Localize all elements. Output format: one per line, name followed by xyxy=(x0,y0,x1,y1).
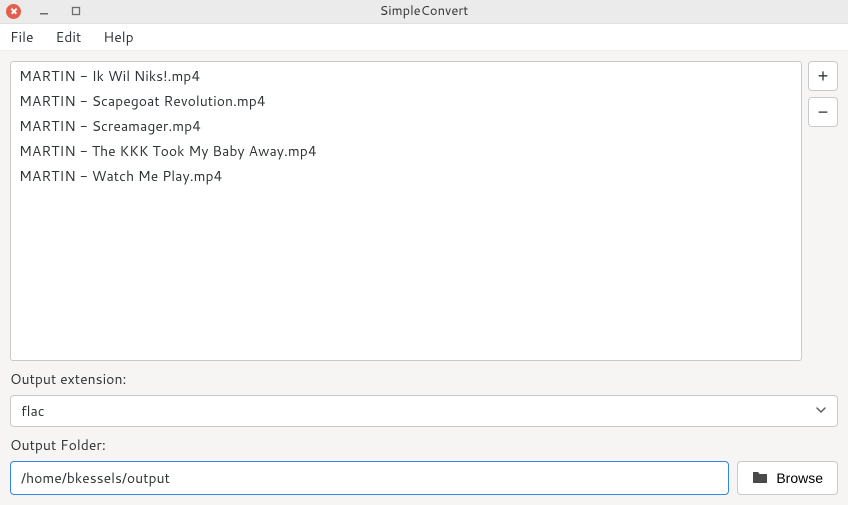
window-title: SimpleConvert xyxy=(0,2,848,20)
menu-file[interactable]: File xyxy=(10,27,34,47)
browse-button[interactable]: Browse xyxy=(737,461,838,495)
file-list[interactable]: MARTIN - Ik Wil Niks!.mp4MARTIN - Scapeg… xyxy=(10,61,802,361)
output-folder-label: Output Folder: xyxy=(10,435,838,455)
output-extension-value: flac xyxy=(21,401,45,421)
close-icon[interactable] xyxy=(6,4,21,19)
titlebar: SimpleConvert xyxy=(0,0,848,24)
list-item[interactable]: MARTIN - Ik Wil Niks!.mp4 xyxy=(11,64,801,89)
minimize-icon[interactable] xyxy=(35,2,53,20)
menu-edit[interactable]: Edit xyxy=(56,27,82,47)
output-folder-row: Browse xyxy=(10,461,838,495)
list-item[interactable]: MARTIN - Watch Me Play.mp4 xyxy=(11,164,801,189)
content-area: MARTIN - Ik Wil Niks!.mp4MARTIN - Scapeg… xyxy=(0,51,848,505)
window-controls xyxy=(6,2,85,20)
list-item[interactable]: MARTIN - The KKK Took My Baby Away.mp4 xyxy=(11,139,801,164)
menubar: File Edit Help xyxy=(0,24,848,51)
list-item[interactable]: MARTIN - Screamager.mp4 xyxy=(11,114,801,139)
list-side-buttons: + − xyxy=(808,61,838,127)
browse-label: Browse xyxy=(776,470,823,486)
maximize-icon[interactable] xyxy=(67,2,85,20)
output-extension-label: Output extension: xyxy=(10,369,838,389)
output-extension-combo[interactable]: flac xyxy=(10,395,838,427)
output-folder-input[interactable] xyxy=(10,461,729,495)
folder-icon xyxy=(752,470,768,487)
add-button[interactable]: + xyxy=(808,61,838,91)
file-row: MARTIN - Ik Wil Niks!.mp4MARTIN - Scapeg… xyxy=(10,61,838,361)
plus-icon: + xyxy=(818,67,829,85)
list-item[interactable]: MARTIN - Scapegoat Revolution.mp4 xyxy=(11,89,801,114)
chevron-down-icon xyxy=(815,401,827,421)
menu-help[interactable]: Help xyxy=(103,27,133,47)
remove-button[interactable]: − xyxy=(808,97,838,127)
minus-icon: − xyxy=(818,103,829,121)
